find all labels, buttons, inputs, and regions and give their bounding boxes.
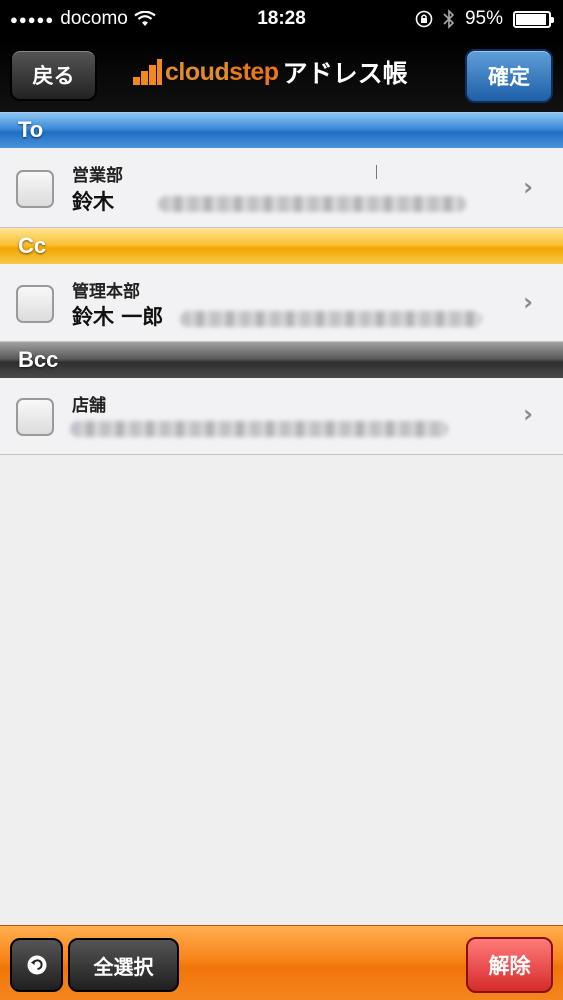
confirm-button[interactable]: 確定 <box>465 49 553 103</box>
status-bar: ●●●●● docomo 18:28 95% <box>0 0 563 38</box>
contact-checkbox[interactable] <box>16 170 54 208</box>
contact-email-redacted <box>70 421 448 437</box>
cloudstep-logo-icon <box>133 59 163 85</box>
battery-percent: 95% <box>464 8 503 29</box>
contact-email-redacted <box>158 196 466 212</box>
bluetooth-icon <box>443 9 455 29</box>
contact-name: 鈴木 一郎 <box>72 305 164 329</box>
text-cursor <box>376 165 377 179</box>
battery-icon <box>513 10 554 28</box>
bottom-toolbar: 全選択 解除 <box>0 925 563 1000</box>
orientation-lock-icon <box>415 10 433 28</box>
section-header-bcc: Bcc <box>0 342 563 378</box>
release-button[interactable]: 解除 <box>466 937 553 993</box>
select-all-button[interactable]: 全選択 <box>68 938 179 992</box>
page-title: アドレス帳 <box>282 59 408 88</box>
contact-checkbox[interactable] <box>16 285 54 323</box>
cloudstep-logo-text: cloudstep <box>165 57 279 86</box>
contact-name: 鈴木 <box>72 190 114 214</box>
undo-button[interactable] <box>10 938 63 992</box>
chevron-right-icon[interactable]: › <box>523 400 533 428</box>
contact-checkbox[interactable] <box>16 398 54 436</box>
contact-department: 営業部 <box>72 166 123 186</box>
contact-row-cc[interactable]: 管理本部 鈴木 一郎 › <box>0 264 563 342</box>
contact-department: 管理本部 <box>72 282 140 302</box>
undo-icon <box>27 955 46 975</box>
back-button[interactable]: 戻る <box>10 49 97 101</box>
contact-row-to[interactable]: 営業部 鈴木 › <box>0 148 563 228</box>
chevron-right-icon[interactable]: › <box>523 288 533 316</box>
chevron-right-icon[interactable]: › <box>523 173 533 201</box>
status-right: 95% <box>415 8 554 30</box>
contact-row-bcc[interactable]: 店舗 › <box>0 378 563 455</box>
section-header-to: To <box>0 112 563 148</box>
navigation-bar: 戻る cloudstep アドレス帳 確定 <box>0 38 563 112</box>
nav-title: cloudstep アドレス帳 <box>133 54 408 90</box>
battery-level-fill <box>516 13 547 25</box>
contact-email-redacted <box>180 311 482 327</box>
section-header-cc: Cc <box>0 228 563 264</box>
contact-department: 店舗 <box>72 396 106 416</box>
